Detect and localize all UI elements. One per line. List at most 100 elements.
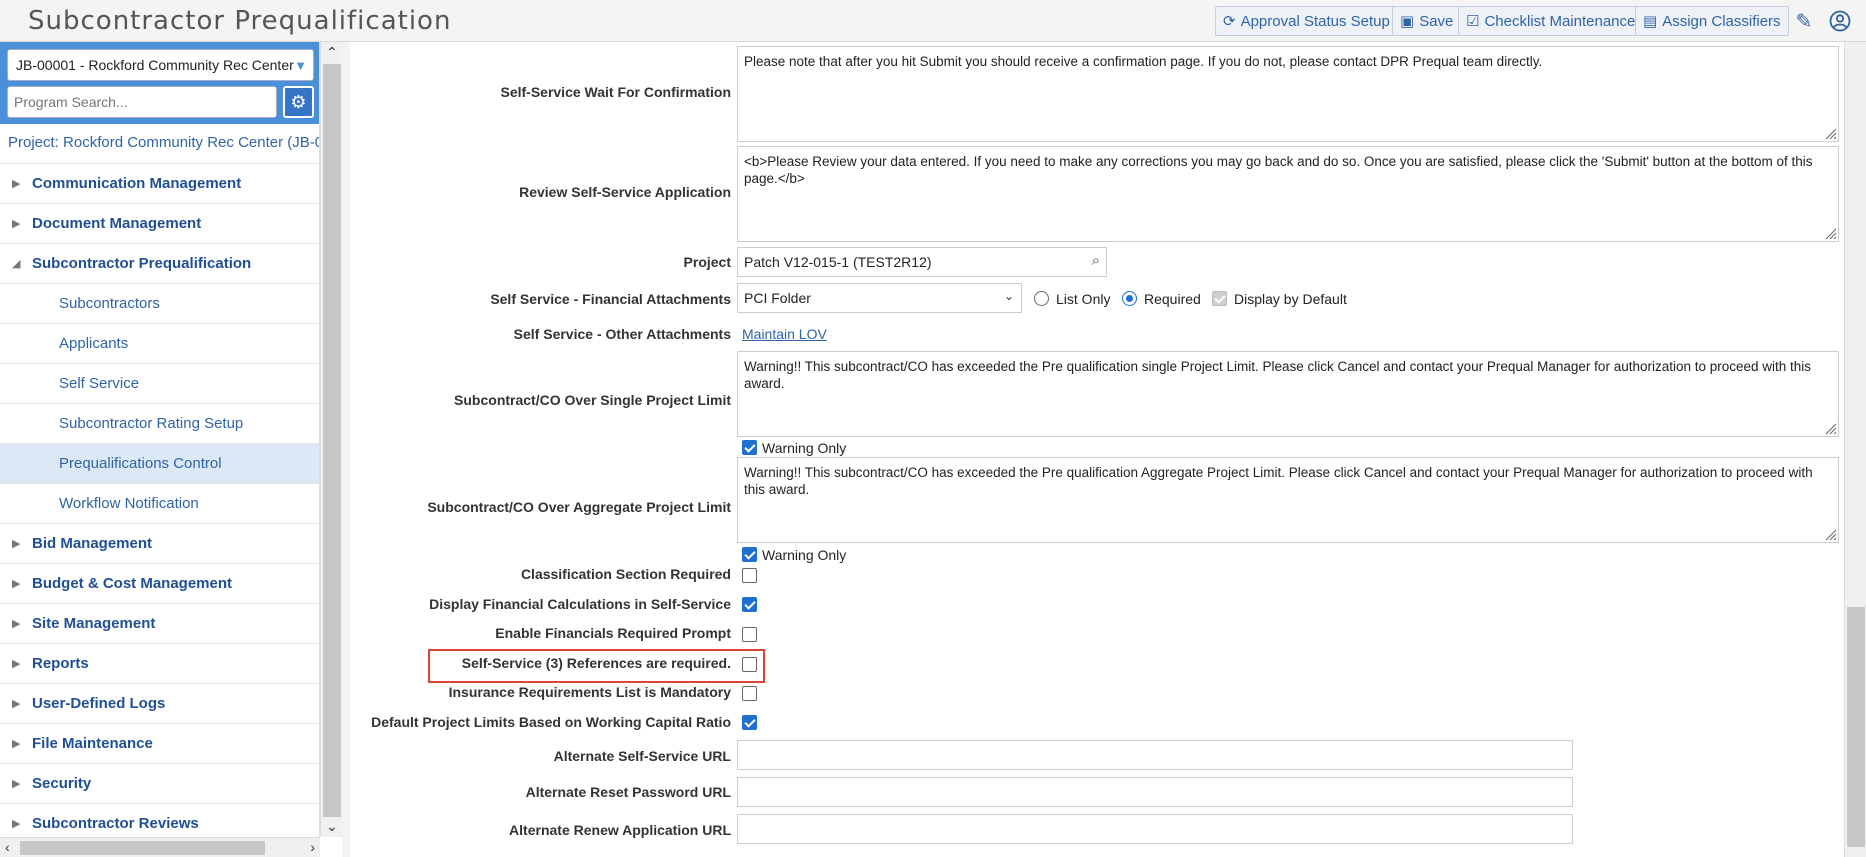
working-capital-ratio-checkbox[interactable] [742, 715, 757, 730]
resize-grip-icon[interactable] [1823, 527, 1837, 541]
financials-prompt-checkbox[interactable] [742, 627, 757, 642]
checklist-maintenance-button[interactable]: ☑ Checklist Maintenance [1458, 6, 1644, 36]
sidebar-item-subcontractor-reviews[interactable]: ▶ Subcontractor Reviews [0, 803, 319, 837]
list-only-label: List Only [1056, 291, 1111, 307]
resize-grip-icon[interactable] [1823, 421, 1837, 435]
wait-confirmation-label: Self-Service Wait For Confirmation [500, 84, 731, 100]
renew-application-url-label: Alternate Renew Application URL [509, 822, 731, 838]
resize-grip-icon[interactable] [1823, 126, 1837, 140]
review-application-textarea[interactable]: <b>Please Review your data entered. If y… [737, 146, 1839, 242]
aggregate-limit-textarea[interactable]: Warning!! This subcontract/CO has exceed… [737, 457, 1839, 543]
renew-application-url-input[interactable] [737, 814, 1573, 844]
scroll-right-icon[interactable]: › [310, 839, 315, 855]
caret-right-icon[interactable]: ▶ [12, 577, 20, 590]
caret-right-icon[interactable]: ▶ [12, 177, 20, 190]
sidebar-item-applicants[interactable]: Applicants [0, 323, 319, 363]
navigation-menu: ▶ Communication Management ▶ Document Manag… [0, 163, 319, 837]
sidebar-item-budget-cost-management[interactable]: ▶ Budget & Cost Management [0, 563, 319, 603]
gear-icon[interactable]: ⚙ [283, 86, 314, 118]
display-by-default-checkbox[interactable] [1212, 291, 1227, 306]
single-limit-textarea[interactable]: Warning!! This subcontract/CO has exceed… [737, 351, 1839, 437]
scroll-down-icon[interactable]: ⌄ [326, 818, 338, 835]
sidebar-item-self-service[interactable]: Self Service [0, 363, 319, 403]
save-button[interactable]: ▣ Save [1392, 6, 1462, 36]
user-account-icon[interactable] [1827, 8, 1853, 34]
sidebar: JB-00001 - Rockford Community Rec Center… [0, 42, 320, 837]
refresh-icon: ⟳ [1223, 13, 1236, 30]
search-icon[interactable]: ⌕ [1092, 252, 1100, 269]
approval-status-setup-button[interactable]: ⟳ Approval Status Setup [1215, 6, 1398, 36]
sidebar-item-label: Workflow Notification [59, 495, 199, 512]
sidebar-item-label: Document Management [32, 215, 202, 232]
scroll-left-icon[interactable]: ‹ [5, 839, 10, 855]
resize-grip-icon[interactable] [1823, 226, 1837, 240]
review-application-label: Review Self-Service Application [519, 184, 731, 200]
self-service-url-input[interactable] [737, 740, 1573, 770]
sidebar-vertical-scrollbar[interactable]: ⌃ ⌄ [320, 42, 342, 837]
insurance-mandatory-checkbox[interactable] [742, 686, 757, 701]
caret-right-icon[interactable]: ▶ [12, 537, 20, 550]
scrollbar-thumb[interactable] [1847, 607, 1865, 847]
required-radio[interactable] [1122, 291, 1137, 306]
project-link[interactable]: Project: Rockford Community Rec Center (… [8, 134, 319, 151]
app-header: Subcontractor Prequalification ⟳ Approval… [0, 0, 1866, 42]
main-vertical-scrollbar[interactable] [1844, 42, 1866, 857]
sidebar-horizontal-scrollbar[interactable]: ‹ › [0, 837, 320, 857]
financial-attachments-label: Self Service - Financial Attachments [490, 291, 731, 307]
sidebar-item-bid-management[interactable]: ▶ Bid Management [0, 523, 319, 563]
caret-right-icon[interactable]: ▶ [12, 617, 20, 630]
financial-attachments-select[interactable]: PCI Folder ⌄ [737, 283, 1022, 313]
classification-required-label: Classification Section Required [520, 566, 731, 582]
caret-right-icon[interactable]: ▶ [12, 777, 20, 790]
single-limit-warning-checkbox[interactable] [742, 440, 757, 455]
sidebar-item-subcontractor-prequalification[interactable]: ◢ Subcontractor Prequalification [0, 243, 319, 283]
aggregate-limit-warning-label: Warning Only [762, 547, 847, 563]
sidebar-header: JB-00001 - Rockford Community Rec Center… [0, 42, 319, 124]
wait-confirmation-textarea[interactable]: Please note that after you hit Submit yo… [737, 46, 1839, 142]
sidebar-item-communication-management[interactable]: ▶ Communication Management [0, 163, 319, 203]
sidebar-item-label: Subcontractor Rating Setup [59, 415, 244, 432]
program-search-input[interactable] [7, 86, 277, 118]
project-select[interactable]: JB-00001 - Rockford Community Rec Center… [7, 49, 314, 81]
chevron-down-icon: ⌄ [1003, 289, 1014, 303]
save-icon: ▣ [1400, 13, 1415, 30]
caret-right-icon[interactable]: ▶ [12, 817, 20, 830]
sidebar-item-label: User-Defined Logs [32, 695, 166, 712]
sidebar-item-document-management[interactable]: ▶ Document Management [0, 203, 319, 243]
list-only-radio[interactable] [1034, 291, 1049, 306]
assign-classifiers-button[interactable]: ▤ Assign Classifiers [1635, 6, 1789, 36]
working-capital-ratio-label: Default Project Limits Based on Working … [371, 714, 731, 730]
scrollbar-thumb[interactable] [20, 841, 265, 855]
caret-right-icon[interactable]: ▶ [12, 697, 20, 710]
sidebar-item-label: Prequalifications Control [59, 455, 222, 472]
single-limit-warning-label: Warning Only [762, 440, 847, 456]
sidebar-item-subcontractor-rating-setup[interactable]: Subcontractor Rating Setup [0, 403, 319, 443]
sidebar-item-workflow-notification[interactable]: Workflow Notification [0, 483, 319, 523]
display-financial-calc-checkbox[interactable] [742, 597, 757, 612]
sidebar-item-file-maintenance[interactable]: ▶ File Maintenance [0, 723, 319, 763]
form-panel: Self-Service Wait For Confirmation Pleas… [350, 42, 1844, 857]
sidebar-item-reports[interactable]: ▶ Reports [0, 643, 319, 683]
reset-password-url-input[interactable] [737, 777, 1573, 807]
sidebar-item-user-defined-logs[interactable]: ▶ User-Defined Logs [0, 683, 319, 723]
caret-right-icon[interactable]: ▶ [12, 217, 20, 230]
caret-right-icon[interactable]: ▶ [12, 737, 20, 750]
sidebar-item-prequalifications-control[interactable]: Prequalifications Control [0, 443, 319, 483]
project-lookup-input[interactable]: Patch V12-015-1 (TEST2R12) ⌕ [737, 247, 1107, 277]
splitter[interactable] [342, 42, 350, 857]
sidebar-item-security[interactable]: ▶ Security [0, 763, 319, 803]
sidebar-item-label: Bid Management [32, 535, 153, 552]
sidebar-item-site-management[interactable]: ▶ Site Management [0, 603, 319, 643]
caret-right-icon[interactable]: ▶ [12, 657, 20, 670]
classification-required-checkbox[interactable] [742, 568, 757, 583]
required-label: Required [1144, 291, 1201, 307]
reset-password-url-label: Alternate Reset Password URL [525, 784, 731, 800]
scroll-up-icon[interactable]: ⌃ [326, 44, 338, 61]
caret-down-icon[interactable]: ◢ [12, 257, 20, 270]
aggregate-limit-warning-checkbox[interactable] [742, 547, 757, 562]
edit-icon[interactable]: ✎ [1791, 8, 1817, 34]
self-service-url-label: Alternate Self-Service URL [553, 748, 731, 764]
maintain-lov-link[interactable]: Maintain LOV [742, 326, 827, 342]
scrollbar-thumb[interactable] [323, 64, 341, 817]
sidebar-item-subcontractors[interactable]: Subcontractors [0, 283, 319, 323]
